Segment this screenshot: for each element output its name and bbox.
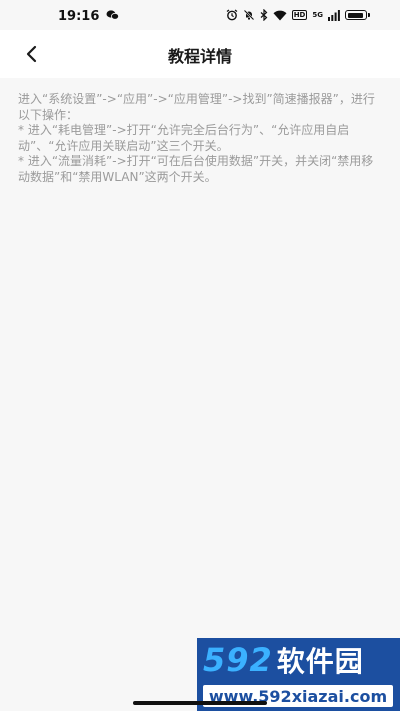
signal-icon: [328, 9, 340, 21]
network-type-label: 5G: [312, 11, 323, 19]
mute-icon: [243, 9, 254, 21]
tutorial-step-intro: 进入“系统设置”->“应用”->“应用管理”->找到”简速播报器”，进行以下操作…: [18, 92, 375, 122]
battery-icon: [345, 10, 370, 20]
bluetooth-icon: [260, 9, 268, 21]
status-bar: 19:16 HD 5G: [0, 0, 400, 30]
watermark-digits: 592: [203, 641, 273, 679]
tutorial-content: 进入“系统设置”->“应用”->“应用管理”->找到”简速播报器”，进行以下操作…: [18, 92, 384, 185]
hd-badge: HD: [291, 10, 308, 20]
tutorial-step-data: * 进入“流量消耗”->打开“可在后台使用数据”开关，并关闭“禁用移动数据”和“…: [18, 154, 374, 184]
status-icons: HD 5G: [226, 8, 370, 22]
home-indicator[interactable]: [133, 701, 267, 705]
status-time: 19:16: [58, 9, 100, 24]
watermark-name: 软件园: [276, 645, 364, 678]
watermark-logo: 592 软件园: [203, 641, 395, 679]
wifi-icon: [273, 10, 287, 20]
navigation-bar: 教程详情: [0, 30, 400, 78]
wechat-icon: [106, 10, 119, 20]
page-title: 教程详情: [167, 47, 232, 66]
alarm-icon: [226, 9, 238, 21]
tutorial-step-battery: * 进入“耗电管理”->打开“允许完全后台行为”、“允许应用自启动”、“允许应用…: [18, 123, 350, 153]
